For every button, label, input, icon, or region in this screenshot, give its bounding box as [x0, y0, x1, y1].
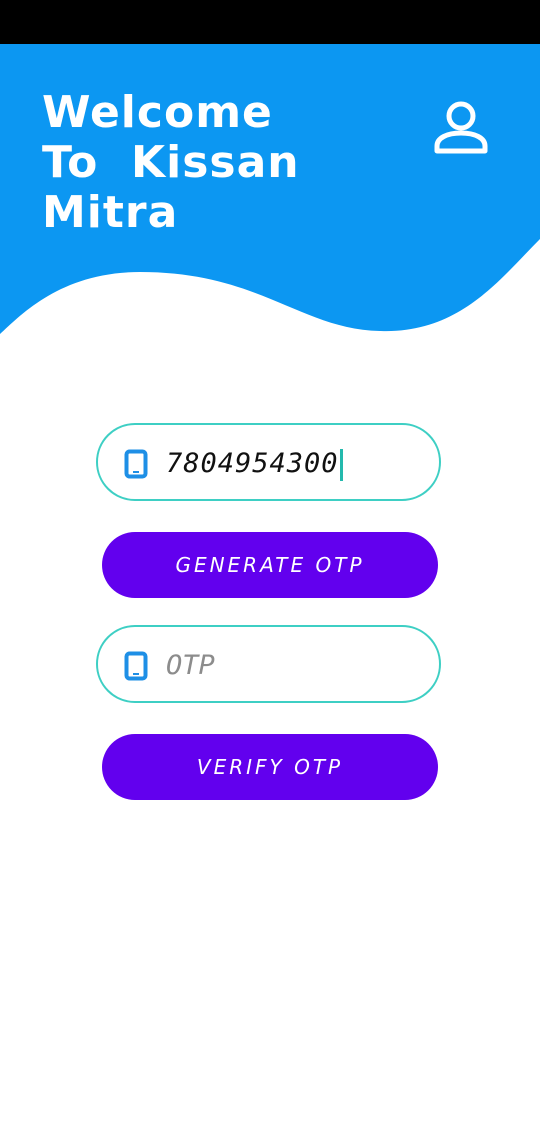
- text-cursor: [339, 448, 343, 481]
- person-outline-icon[interactable]: [430, 96, 492, 158]
- otp-field[interactable]: OTP: [96, 625, 441, 703]
- welcome-title: Welcome To Kissan Mitra: [42, 88, 372, 238]
- verify-otp-button[interactable]: VERIFY OTP: [102, 734, 438, 800]
- smartphone-icon: [124, 651, 148, 681]
- welcome-title-line-3: Mitra: [42, 187, 179, 238]
- smartphone-icon: [124, 449, 148, 479]
- status-bar: [0, 0, 540, 44]
- phone-number-field[interactable]: 7804954300: [96, 423, 441, 501]
- phone-number-value: 7804954300: [166, 448, 339, 479]
- generate-otp-button[interactable]: GENERATE OTP: [102, 532, 438, 598]
- welcome-title-line-2: To Kissan: [42, 137, 300, 188]
- otp-input-placeholder[interactable]: OTP: [166, 647, 215, 685]
- phone-number-input[interactable]: 7804954300: [166, 445, 343, 483]
- welcome-title-line-1: Welcome: [42, 87, 273, 138]
